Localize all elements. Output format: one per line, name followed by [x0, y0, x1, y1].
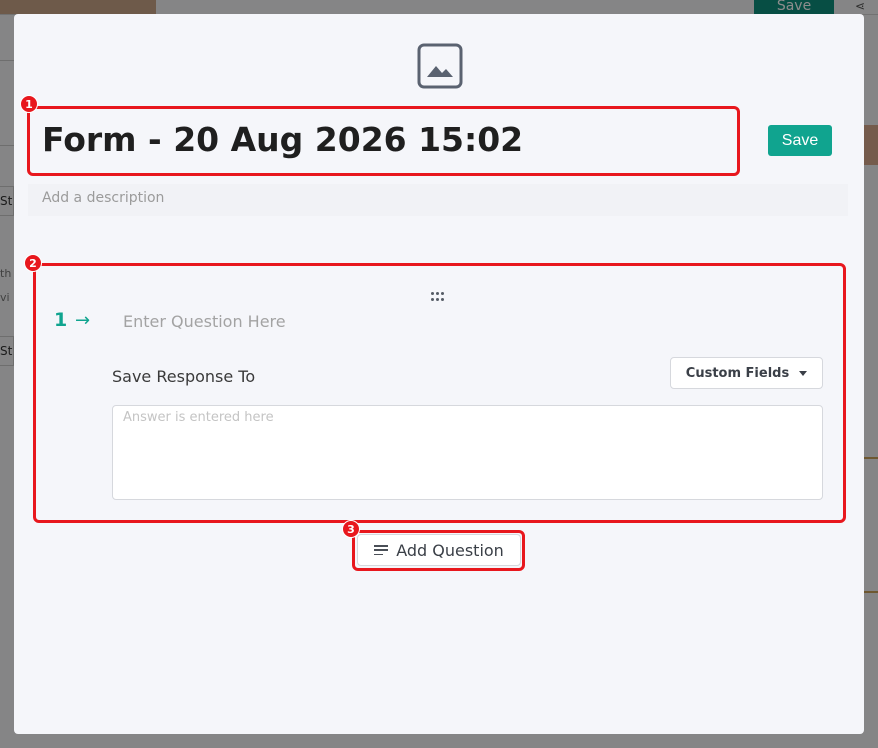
annotation-badge: 1: [20, 95, 38, 113]
annotation-badge: 2: [24, 254, 42, 272]
description-input[interactable]: Add a description: [42, 190, 164, 206]
save-button[interactable]: Save: [768, 125, 832, 156]
annotation-box-title: [27, 106, 740, 176]
annotation-badge: 3: [342, 520, 360, 538]
annotation-box-add-question: [352, 530, 525, 571]
annotation-box-question: [33, 263, 846, 523]
form-builder-modal: Form - 20 Aug 2026 15:02 Save Add a desc…: [14, 14, 864, 734]
image-placeholder-icon[interactable]: [416, 42, 464, 90]
